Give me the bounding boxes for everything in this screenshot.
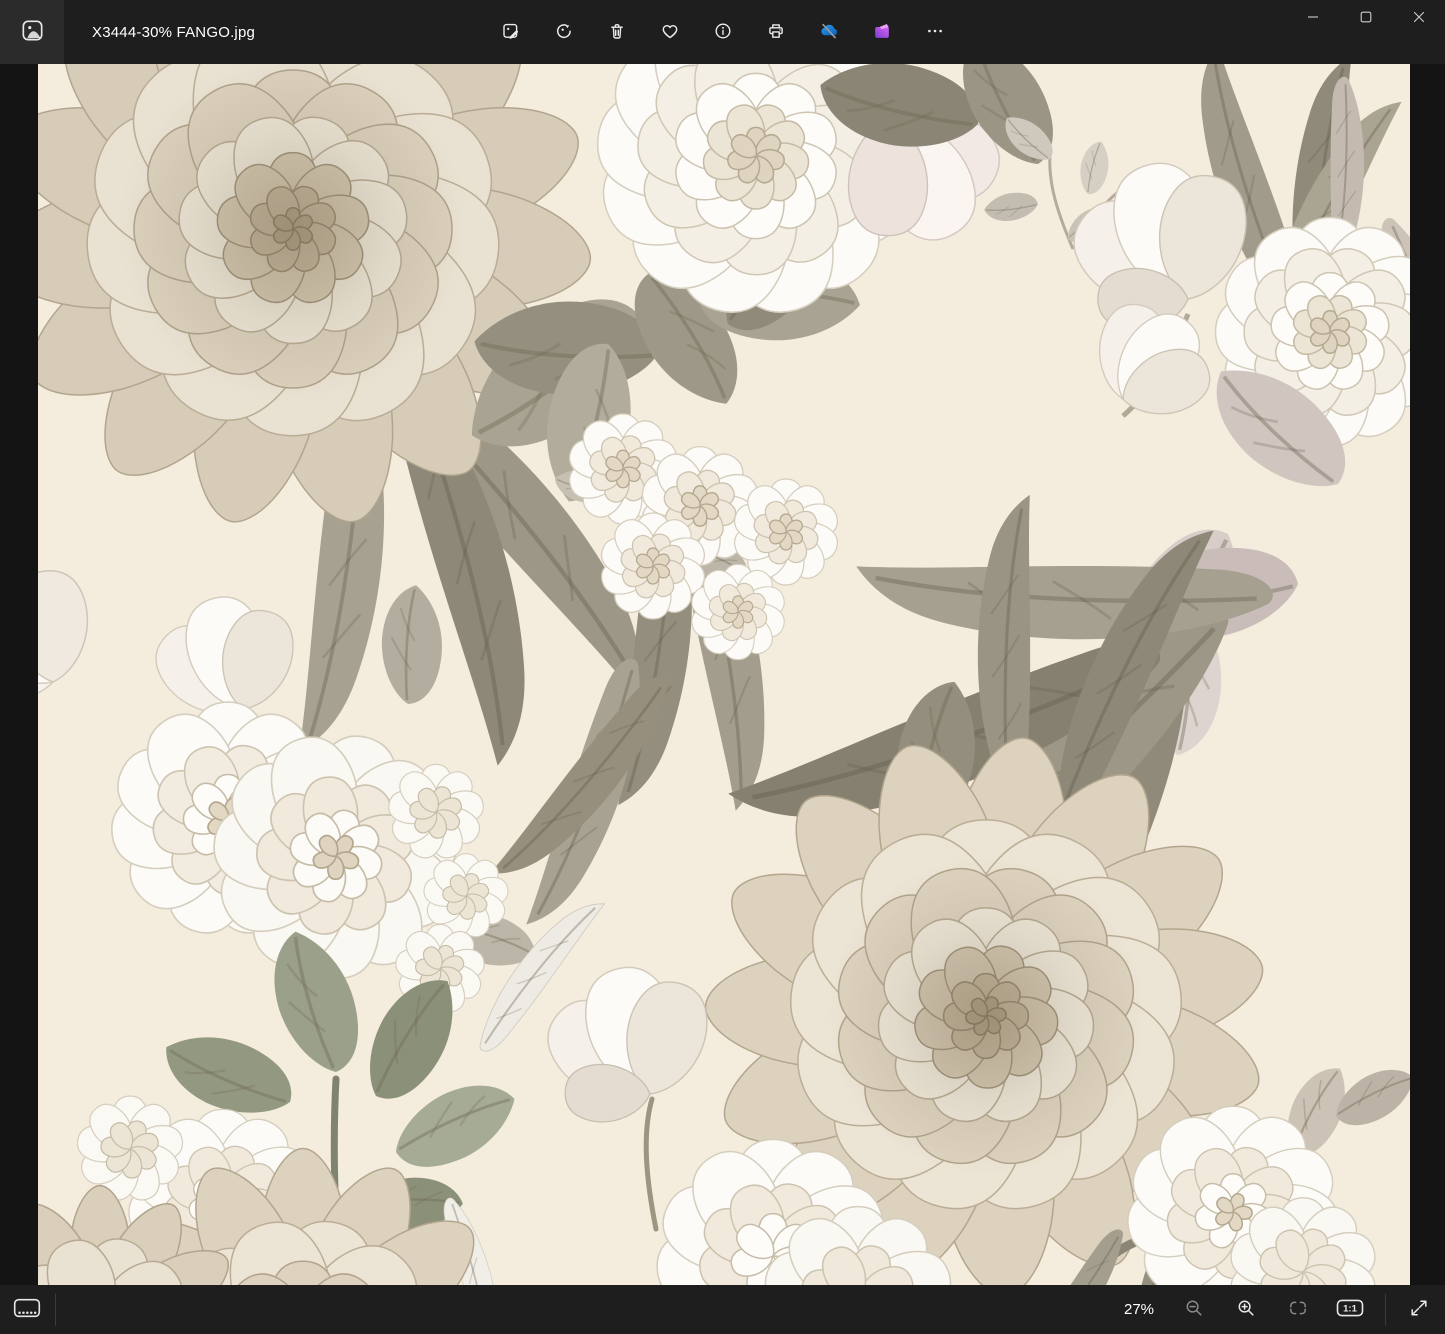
rotate-icon (554, 21, 574, 44)
edit-image-icon (501, 21, 521, 44)
minimize-icon (1307, 11, 1319, 26)
print-button[interactable] (754, 10, 798, 54)
close-button[interactable] (1392, 0, 1445, 36)
zoom-out-icon (1184, 1298, 1204, 1321)
floral-pattern-artwork (38, 64, 1410, 1285)
zoom-in-icon (1236, 1298, 1256, 1321)
fullscreen-icon (1409, 1298, 1429, 1321)
photos-app-window: X3444-30% FANGO.jpg (0, 0, 1445, 1334)
viewer-canvas (0, 64, 1445, 1285)
trash-icon (607, 21, 627, 44)
fit-to-window-icon (1288, 1298, 1308, 1321)
printer-icon (766, 21, 786, 44)
zoom-out-button[interactable] (1168, 1290, 1220, 1330)
photos-app-icon (20, 18, 45, 46)
statusbar: 27% 1:1 (0, 1285, 1445, 1334)
favorite-button[interactable] (648, 10, 692, 54)
fit-to-window-button[interactable] (1272, 1290, 1324, 1330)
toolbar (489, 0, 957, 64)
filmstrip-icon (13, 1297, 41, 1322)
titlebar: X3444-30% FANGO.jpg (0, 0, 1445, 64)
zoom-in-button[interactable] (1220, 1290, 1272, 1330)
statusbar-divider-right (1385, 1294, 1386, 1326)
info-icon (713, 21, 733, 44)
statusbar-divider-left (55, 1294, 56, 1326)
heart-icon (660, 21, 680, 44)
zoom-level-label: 27% (1110, 1301, 1168, 1318)
filmstrip-toggle-button[interactable] (3, 1290, 51, 1330)
fullscreen-button[interactable] (1395, 1290, 1443, 1330)
clipchamp-icon (871, 20, 893, 45)
zoom-controls: 27% 1:1 (1110, 1290, 1445, 1330)
maximize-icon (1360, 11, 1372, 26)
onedrive-status-button[interactable] (807, 10, 851, 54)
photo-image[interactable] (38, 64, 1410, 1285)
file-title: X3444-30% FANGO.jpg (92, 0, 255, 64)
app-menu-button[interactable] (0, 0, 64, 64)
rotate-button[interactable] (542, 10, 586, 54)
delete-button[interactable] (595, 10, 639, 54)
close-icon (1413, 11, 1425, 26)
ellipsis-icon (925, 21, 945, 44)
info-button[interactable] (701, 10, 745, 54)
edit-image-button[interactable] (489, 10, 533, 54)
window-controls (1286, 0, 1445, 36)
maximize-button[interactable] (1339, 0, 1392, 36)
svg-text:1:1: 1:1 (1343, 1304, 1357, 1315)
see-more-button[interactable] (913, 10, 957, 54)
onedrive-slash-icon (818, 20, 840, 45)
actual-size-icon: 1:1 (1336, 1297, 1364, 1322)
actual-size-button[interactable]: 1:1 (1324, 1290, 1376, 1330)
minimize-button[interactable] (1286, 0, 1339, 36)
clipchamp-button[interactable] (860, 10, 904, 54)
